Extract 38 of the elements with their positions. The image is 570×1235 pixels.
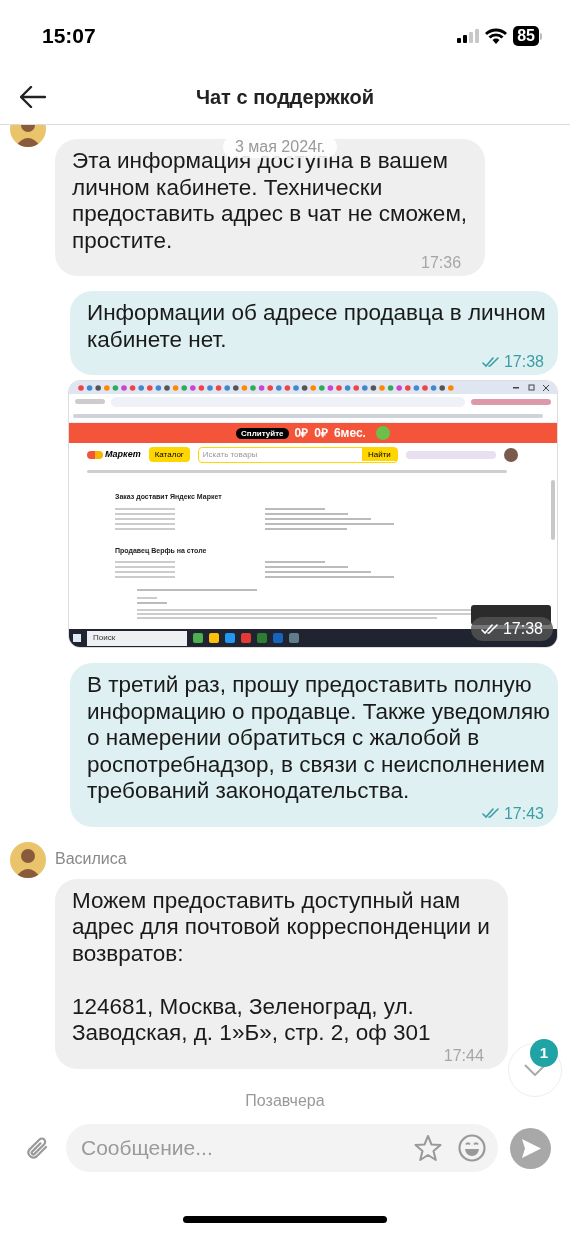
unread-badge: 1 [530, 1039, 558, 1067]
balloon-icon [375, 426, 390, 440]
status-time: 15:07 [42, 23, 96, 50]
browser-nav-icons [75, 399, 105, 404]
message-text: В третий раз, прошу предоставить полную информацию о продавце. Также уведомляю о намерении обратиться с жалобой в роспотребнадзор, в связи с неисполнением требований законодательства. [87, 672, 550, 805]
scrollbar-thumb [551, 480, 555, 540]
message-time: 17:36 [421, 254, 462, 271]
sender-name: Василиса [55, 848, 127, 869]
emoji-icon[interactable] [458, 1134, 486, 1162]
message-input[interactable]: Сообщение... [66, 1124, 498, 1172]
message-time: 17:38 [502, 619, 543, 639]
battery-level: 85 [513, 26, 539, 46]
message-time: 17:43 [503, 804, 544, 822]
chevron-down-icon [524, 1064, 546, 1076]
message-time: 17:38 [503, 353, 544, 370]
taskbar-search[interactable]: Поиск [87, 630, 187, 646]
attach-icon[interactable] [25, 1135, 50, 1161]
promo-value: 0₽ [314, 425, 328, 442]
wifi-icon [485, 28, 508, 44]
star-icon[interactable] [414, 1134, 442, 1162]
catalog-button[interactable]: Каталог [148, 447, 190, 462]
market-logo: Маркет [105, 447, 141, 461]
chat-title: Чат с поддержкой [195, 85, 375, 110]
message-time: 17:44 [443, 1046, 484, 1064]
promo-value: 0₽ [294, 425, 309, 442]
message-text: Можем предоставить доступный нам адрес для почтовой корреспонденции и возвратов: 124681, Москва, Зеленоград, ул. Заводская, д. 1»Б», стр. 2, оф 301 [72, 887, 490, 1047]
back-arrow-icon[interactable] [20, 86, 46, 108]
promo-label: Сплитуйте [236, 427, 289, 439]
windows-start-icon[interactable] [73, 634, 81, 642]
signal-icon [457, 29, 480, 43]
avatar [10, 841, 46, 878]
message-text: Информации об адресе продавца в личном кабинете нет. [87, 300, 547, 353]
market-logo-icon [87, 450, 103, 459]
search-field[interactable]: Искать товары Найти [197, 446, 398, 463]
date-label: Позавчера [245, 1090, 325, 1111]
send-button[interactable] [510, 1127, 551, 1169]
promo-value: 6мес. [333, 425, 366, 442]
profile-avatar [503, 447, 518, 462]
